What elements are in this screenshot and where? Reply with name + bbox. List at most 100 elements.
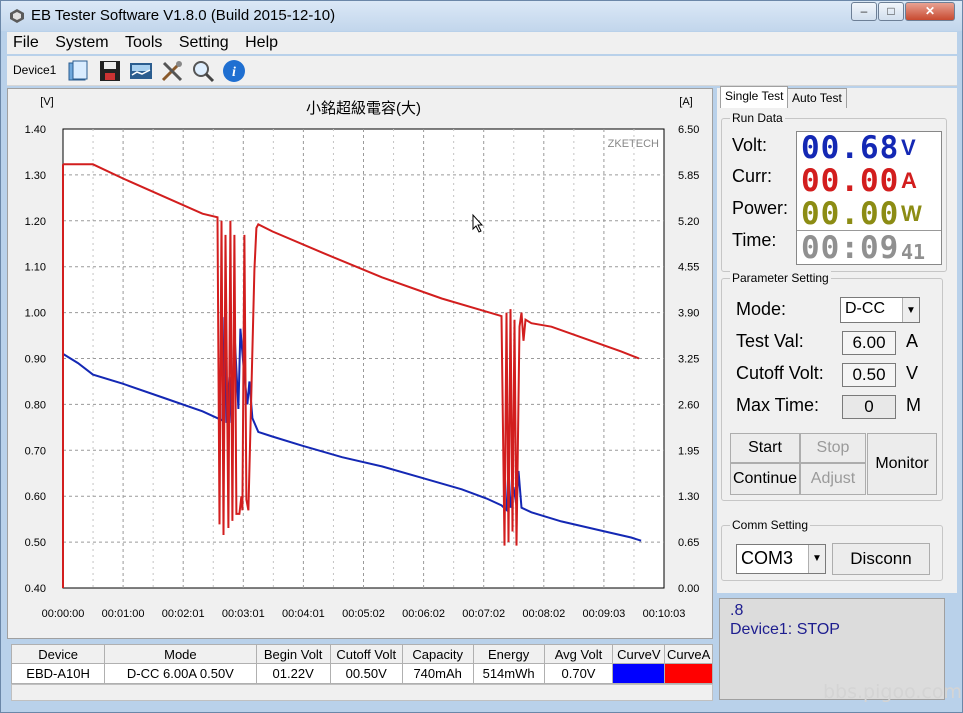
app-icon bbox=[10, 9, 24, 23]
col-mode[interactable]: Mode bbox=[104, 644, 257, 664]
toolbar: Device1 i bbox=[7, 56, 957, 86]
y-left-axis-label: [V] bbox=[40, 96, 53, 108]
menu-help[interactable]: Help bbox=[239, 32, 284, 52]
cell-energy: 514mWh bbox=[472, 663, 545, 684]
port-value: COM3 bbox=[741, 548, 794, 568]
x-tick-label: 00:09:03 bbox=[582, 608, 625, 620]
menu-setting[interactable]: Setting bbox=[173, 32, 235, 52]
x-tick-label: 00:01:00 bbox=[102, 608, 145, 620]
col-device[interactable]: Device bbox=[10, 644, 106, 664]
mode-value: D-CC bbox=[845, 300, 885, 317]
menu-system[interactable]: System bbox=[49, 32, 114, 52]
col-curve-a[interactable]: CurveA bbox=[664, 644, 713, 664]
tools-icon[interactable] bbox=[160, 59, 184, 83]
app-window: EB Tester Software V1.8.0 (Build 2015-12… bbox=[0, 0, 963, 713]
cell-avg-volt: 0.70V bbox=[543, 663, 614, 684]
close-button[interactable]: ✕ bbox=[905, 2, 955, 21]
menu-file[interactable]: File bbox=[7, 32, 45, 52]
col-cutoff-volt[interactable]: Cutoff Volt bbox=[329, 644, 403, 664]
time-seconds-readout: 41 bbox=[901, 240, 926, 264]
menu-bar: File System Tools Setting Help bbox=[7, 32, 957, 54]
y-left-tick-label: 0.70 bbox=[25, 445, 46, 457]
table-scrollbar[interactable] bbox=[11, 684, 713, 701]
save-icon[interactable] bbox=[98, 59, 122, 83]
y-right-tick-label: 5.20 bbox=[678, 216, 699, 228]
curr-unit: A bbox=[901, 168, 917, 193]
y-right-axis-label: [A] bbox=[679, 96, 692, 108]
y-left-tick-label: 1.10 bbox=[25, 262, 46, 274]
cell-mode: D-CC 6.00A 0.50V bbox=[104, 663, 257, 684]
mode-label: Mode: bbox=[736, 299, 787, 319]
y-left-tick-label: 1.30 bbox=[25, 170, 46, 182]
x-tick-label: 00:06:02 bbox=[402, 608, 445, 620]
y-right-tick-label: 1.95 bbox=[678, 445, 699, 457]
tab-single-test[interactable]: Single Test bbox=[720, 86, 789, 108]
time-label: Time: bbox=[732, 230, 777, 250]
info-icon[interactable]: i bbox=[222, 59, 246, 83]
col-capacity[interactable]: Capacity bbox=[401, 644, 474, 664]
y-left-tick-label: 0.90 bbox=[25, 354, 46, 366]
run-data-label: Run Data bbox=[730, 111, 785, 125]
y-left-tick-label: 0.60 bbox=[25, 491, 46, 503]
test-val-input[interactable]: 6.00 bbox=[842, 331, 896, 355]
table-row[interactable]: EBD-A10H D-CC 6.00A 0.50V 01.22V 00.50V … bbox=[10, 663, 713, 684]
start-button[interactable]: Start bbox=[730, 433, 800, 463]
cutoff-volt-label: Cutoff Volt: bbox=[736, 363, 824, 383]
mode-select[interactable]: D-CC ▼ bbox=[840, 297, 920, 323]
table-header-row: Device Mode Begin Volt Cutoff Volt Capac… bbox=[10, 644, 713, 664]
col-curve-v[interactable]: CurveV bbox=[612, 644, 666, 664]
menu-tools[interactable]: Tools bbox=[119, 32, 168, 52]
status-line-2: Device1: STOP bbox=[730, 621, 840, 638]
port-select[interactable]: COM3 ▼ bbox=[736, 544, 826, 574]
volt-unit: V bbox=[901, 135, 916, 160]
y-right-tick-label: 5.85 bbox=[678, 170, 699, 182]
cutoff-volt-unit: V bbox=[906, 363, 919, 383]
time-readout: 00:09 bbox=[801, 230, 900, 266]
continue-button[interactable]: Continue bbox=[730, 463, 800, 495]
col-begin-volt[interactable]: Begin Volt bbox=[255, 644, 331, 664]
y-right-tick-label: 1.30 bbox=[678, 491, 699, 503]
chart-panel: 00:00:00 00:01:00 00:02:01 00:03:01 00:04:01… bbox=[7, 88, 713, 639]
max-time-input[interactable]: 0 bbox=[842, 395, 896, 419]
power-label: Power: bbox=[732, 198, 789, 218]
control-panel: Single Test Auto Test Run Data Volt: Cur… bbox=[717, 86, 957, 593]
minimize-button[interactable]: – bbox=[851, 2, 877, 21]
voltage-current-chart: 00:00:00 00:01:00 00:02:01 00:03:01 00:04:01… bbox=[25, 96, 700, 620]
y-left-tick-label: 0.50 bbox=[25, 537, 46, 549]
title-bar: EB Tester Software V1.8.0 (Build 2015-12… bbox=[1, 1, 962, 31]
curve-v-swatch[interactable] bbox=[612, 663, 666, 684]
curve-a-swatch[interactable] bbox=[664, 663, 713, 684]
tab-auto-test[interactable]: Auto Test bbox=[787, 88, 847, 108]
y-right-tick-label: 3.90 bbox=[678, 308, 699, 320]
svg-text:i: i bbox=[232, 65, 236, 80]
curr-label: Curr: bbox=[732, 166, 772, 186]
run-data-group: Run Data Volt: Curr: Power: Time: 00.68 … bbox=[721, 111, 947, 272]
adjust-button[interactable]: Adjust bbox=[800, 463, 866, 495]
disconnect-button[interactable]: Disconn bbox=[832, 543, 930, 575]
chevron-down-icon[interactable]: ▼ bbox=[808, 545, 825, 573]
zoom-icon[interactable] bbox=[191, 59, 215, 83]
cell-capacity: 740mAh bbox=[401, 663, 474, 684]
test-val-label: Test Val: bbox=[736, 331, 804, 351]
open-folder-icon[interactable] bbox=[67, 59, 91, 83]
y-left-tick-label: 1.20 bbox=[25, 216, 46, 228]
chart-icon[interactable] bbox=[129, 59, 153, 83]
col-energy[interactable]: Energy bbox=[472, 644, 545, 664]
lcd-display: 00.68 V 00.00 A 00.00 W 00:09 41 bbox=[796, 130, 942, 266]
col-avg-volt[interactable]: Avg Volt bbox=[543, 644, 614, 664]
chevron-down-icon[interactable]: ▼ bbox=[902, 298, 919, 322]
max-time-unit: M bbox=[906, 395, 921, 415]
stop-button[interactable]: Stop bbox=[800, 433, 866, 463]
x-tick-label: 00:08:02 bbox=[522, 608, 565, 620]
monitor-button[interactable]: Monitor bbox=[867, 433, 937, 495]
parameter-group: Parameter Setting Mode: D-CC ▼ Test Val:… bbox=[721, 271, 943, 501]
maximize-button[interactable]: □ bbox=[878, 2, 904, 21]
x-tick-label: 00:07:02 bbox=[462, 608, 505, 620]
y-right-tick-label: 4.55 bbox=[678, 262, 699, 274]
cutoff-volt-input[interactable]: 0.50 bbox=[842, 363, 896, 387]
x-tick-label: 00:02:01 bbox=[162, 608, 205, 620]
x-tick-label: 00:00:00 bbox=[42, 608, 85, 620]
comm-group: Comm Setting COM3 ▼ Disconn bbox=[721, 518, 943, 581]
device-tab[interactable]: Device1 bbox=[13, 63, 56, 77]
y-right-tick-label: 2.60 bbox=[678, 399, 699, 411]
